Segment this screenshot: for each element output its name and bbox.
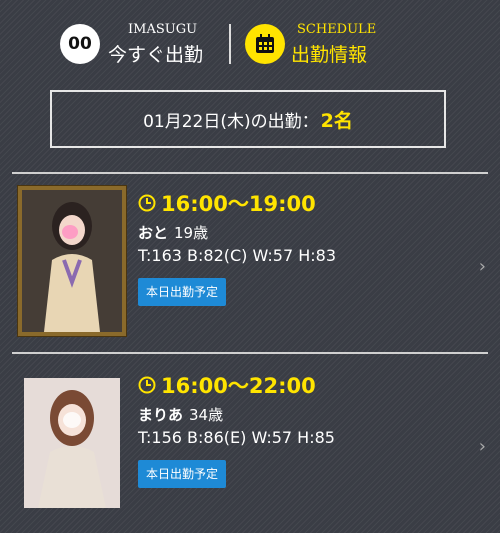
profile-photo[interactable]	[24, 378, 120, 508]
clock-icon	[138, 194, 156, 212]
date-banner: 01月22日(木)の出勤： 2名	[50, 90, 446, 148]
time-row: 16:00〜19:00	[138, 188, 316, 218]
imasugu-sublabel: IMASUGU	[128, 22, 198, 37]
time-row: 16:00〜22:00	[138, 370, 316, 400]
imasugu-label: 今すぐ出勤	[108, 44, 204, 66]
cast-stats: T:163 B:82(C) W:57 H:83	[138, 246, 336, 265]
divider	[12, 352, 488, 354]
attendance-count: 2名	[320, 109, 353, 132]
cast-age: 34歳	[189, 406, 224, 424]
cast-name[interactable]: おと	[138, 224, 168, 242]
schedule-sublabel: SCHEDULE	[297, 22, 377, 37]
header-divider	[229, 24, 231, 64]
schedule-nav[interactable]: SCHEDULE 出勤情報	[245, 22, 405, 66]
schedule-card-1[interactable]: 16:00〜19:00 おと 19歳 T:163 B:82(C) W:57 H:8…	[12, 186, 488, 336]
profile-photo[interactable]	[18, 186, 126, 336]
calendar-icon	[245, 24, 285, 64]
imasugu-badge-icon: 00	[60, 24, 100, 64]
name-row: おと 19歳	[138, 222, 208, 243]
imasugu-nav[interactable]: 00 IMASUGU 今すぐ出勤	[60, 22, 220, 66]
divider	[12, 172, 488, 174]
clock-icon	[138, 376, 156, 394]
cast-name[interactable]: まりあ	[138, 406, 183, 424]
shift-time: 16:00〜22:00	[161, 374, 316, 398]
cast-stats: T:156 B:86(E) W:57 H:85	[138, 428, 335, 447]
shift-time: 16:00〜19:00	[161, 192, 316, 216]
chevron-right-icon[interactable]: ›	[479, 436, 486, 457]
cast-age: 19歳	[174, 224, 209, 242]
status-badge: 本日出勤予定	[138, 278, 227, 306]
chevron-right-icon[interactable]: ›	[479, 256, 486, 277]
name-row: まりあ 34歳	[138, 404, 223, 425]
schedule-card-2[interactable]: 16:00〜22:00 まりあ 34歳 T:156 B:86(E) W:57 H:…	[12, 368, 488, 518]
schedule-label: 出勤情報	[291, 44, 368, 66]
status-badge: 本日出勤予定	[138, 460, 227, 488]
date-text: 01月22日(木)の出勤：	[143, 111, 319, 132]
header: 00 IMASUGU 今すぐ出勤 SCHEDULE 出勤情報	[0, 0, 500, 80]
